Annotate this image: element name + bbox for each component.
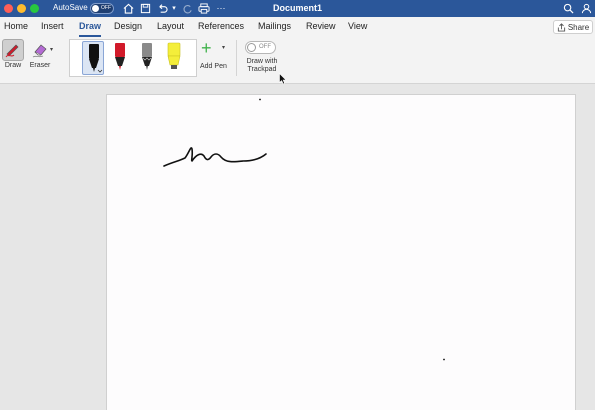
gray-pen-icon xyxy=(142,43,152,70)
home-icon[interactable] xyxy=(121,1,135,15)
autosave-state: OFF xyxy=(101,5,111,11)
add-pen-button[interactable]: + ▾ Add Pen xyxy=(200,39,234,70)
print-icon[interactable] xyxy=(197,1,211,15)
eraser-tool-button[interactable]: Eraser xyxy=(29,39,51,69)
eraser-dropdown-icon[interactable]: ▾ xyxy=(50,46,53,53)
share-icon xyxy=(557,22,565,32)
black-pen-icon xyxy=(89,44,103,73)
draw-tool-button[interactable]: Draw xyxy=(2,39,24,69)
draw-tool-box xyxy=(2,39,24,61)
document-page[interactable] xyxy=(106,94,576,410)
document-canvas[interactable] xyxy=(0,84,595,410)
trackpad-toggle-state: OFF xyxy=(259,44,271,50)
toggle-knob xyxy=(92,5,99,12)
yellow-highlighter[interactable] xyxy=(163,41,185,75)
autosave-label: AutoSave xyxy=(53,3,88,12)
more-icon[interactable]: ··· xyxy=(214,1,228,15)
tab-references[interactable]: References xyxy=(198,21,244,31)
ink-dot-top xyxy=(259,98,261,101)
save-icon[interactable] xyxy=(138,1,152,15)
ribbon-tabs: Home Insert Draw Design Layout Reference… xyxy=(0,17,595,37)
search-icon[interactable] xyxy=(561,1,575,15)
minimize-window-button[interactable] xyxy=(17,4,26,13)
draw-label: Draw xyxy=(4,62,22,69)
highlighter-icon xyxy=(167,42,181,69)
tab-design[interactable]: Design xyxy=(114,21,142,31)
share-label: Share xyxy=(567,22,590,32)
zoom-window-button[interactable] xyxy=(30,4,39,13)
autosave-toggle[interactable]: OFF xyxy=(90,3,114,14)
trackpad-label-line1: Draw with xyxy=(246,58,278,65)
tab-view[interactable]: View xyxy=(348,21,367,31)
trackpad-toggle[interactable]: OFF xyxy=(245,41,276,54)
tab-home[interactable]: Home xyxy=(4,21,28,31)
ink-stroke-drawing[interactable] xyxy=(107,95,577,410)
account-icon[interactable] xyxy=(579,1,593,15)
red-pen[interactable] xyxy=(109,41,131,75)
red-pen-icon xyxy=(115,43,125,70)
tab-mailings[interactable]: Mailings xyxy=(258,21,291,31)
trackpad-toggle-knob xyxy=(247,43,256,52)
redo-icon[interactable] xyxy=(180,1,194,15)
eraser-label: Eraser xyxy=(29,62,51,69)
tab-draw[interactable]: Draw xyxy=(79,21,101,31)
add-pen-label: Add Pen xyxy=(200,63,227,70)
tab-layout[interactable]: Layout xyxy=(157,21,184,31)
ink-scribble-stroke xyxy=(163,147,267,167)
tab-review[interactable]: Review xyxy=(306,21,336,31)
draw-pen-icon xyxy=(5,44,19,58)
add-pen-dropdown-icon[interactable]: ▾ xyxy=(222,44,225,51)
ink-dot-bottom xyxy=(443,358,445,361)
black-pen[interactable] xyxy=(82,41,104,75)
pens-gallery xyxy=(69,39,197,77)
eraser-icon xyxy=(32,44,47,58)
eraser-tool-box xyxy=(29,39,51,61)
title-bar: AutoSave OFF ▾ ··· Document1 xyxy=(0,0,595,17)
ribbon-separator xyxy=(236,40,237,76)
tab-insert[interactable]: Insert xyxy=(41,21,64,31)
add-pen-icon: + xyxy=(201,38,212,58)
undo-dropdown-icon[interactable]: ▾ xyxy=(167,1,181,15)
gray-pen[interactable] xyxy=(136,41,158,75)
share-button[interactable]: Share xyxy=(553,20,593,34)
close-window-button[interactable] xyxy=(4,4,13,13)
trackpad-label-line2: Trackpad xyxy=(247,66,277,73)
draw-ribbon: Draw Eraser ▾ + ▾ Add Pen OFF Draw with … xyxy=(0,37,595,84)
draw-with-trackpad-control[interactable]: OFF Draw with Trackpad xyxy=(244,41,280,74)
